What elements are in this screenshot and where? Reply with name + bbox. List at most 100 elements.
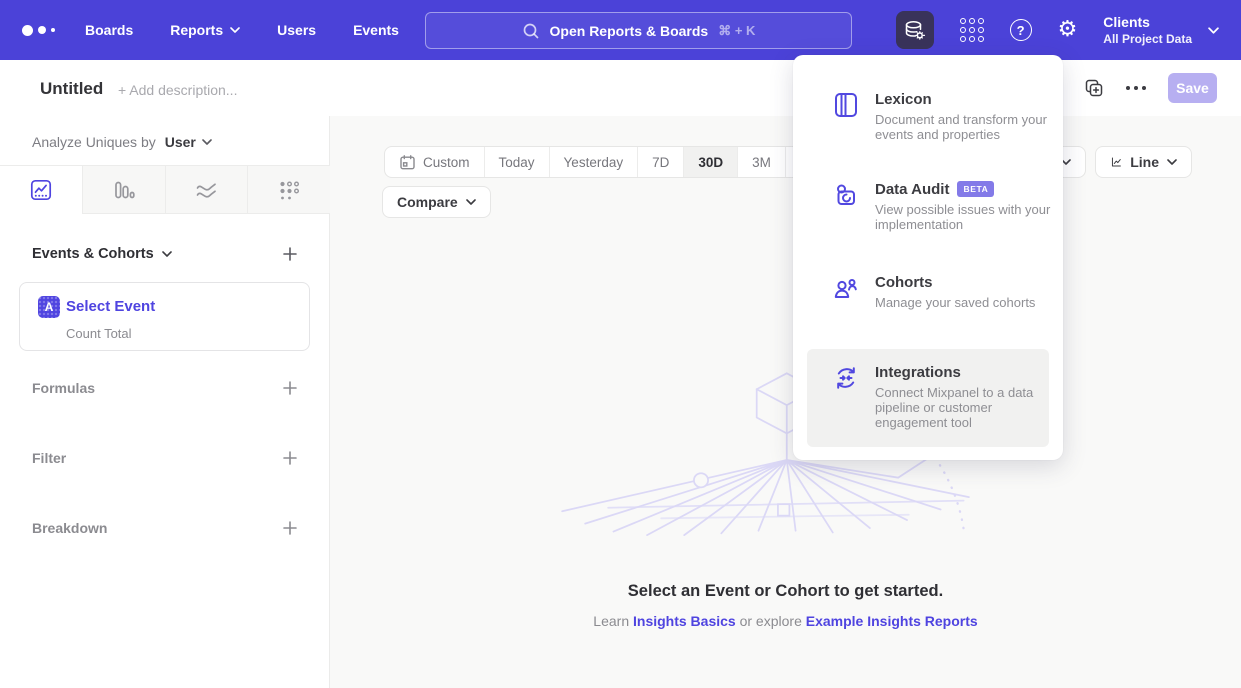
search-placeholder: Open Reports & Boards bbox=[550, 23, 709, 39]
grid-icon bbox=[960, 18, 984, 42]
plus-icon bbox=[282, 246, 298, 262]
gear-icon: ⚙ bbox=[1058, 19, 1078, 41]
add-filter-button[interactable] bbox=[282, 450, 298, 466]
menu-item-title: Cohorts bbox=[875, 274, 1057, 291]
range-custom[interactable]: Custom bbox=[385, 147, 484, 177]
tab-retention[interactable] bbox=[247, 166, 330, 214]
menu-item-description: Manage your saved cohorts bbox=[875, 295, 1057, 310]
events-cohorts-header[interactable]: Events & Cohorts bbox=[32, 246, 172, 262]
lexicon-book-icon bbox=[832, 91, 860, 119]
menu-item-title: Integrations bbox=[875, 364, 1057, 381]
range-30d[interactable]: 30D bbox=[683, 147, 737, 177]
tab-flow[interactable] bbox=[165, 166, 248, 214]
menu-item-title-text: Data Audit bbox=[875, 181, 949, 198]
menu-item-integrations[interactable]: Integrations Connect Mixpanel to a data … bbox=[807, 349, 1049, 447]
compare-button[interactable]: Compare bbox=[382, 186, 491, 218]
report-title[interactable]: Untitled bbox=[40, 79, 103, 99]
more-dots-icon bbox=[1126, 86, 1146, 90]
menu-item-description: View possible issues with your implement… bbox=[875, 202, 1057, 233]
nav-item-boards[interactable]: Boards bbox=[85, 22, 133, 38]
learn-label: Learn bbox=[593, 613, 629, 629]
events-cohorts-label: Events & Cohorts bbox=[32, 246, 154, 262]
data-audit-icon bbox=[832, 181, 860, 209]
event-card[interactable]: A Select Event Count Total bbox=[19, 282, 310, 351]
range-yesterday[interactable]: Yesterday bbox=[549, 147, 638, 177]
nav-label: Users bbox=[277, 22, 316, 38]
event-badge: A bbox=[38, 296, 60, 318]
range-label: Yesterday bbox=[564, 155, 624, 170]
breakdown-section: Breakdown bbox=[32, 520, 298, 536]
range-label: Today bbox=[499, 155, 535, 170]
mixpanel-logo-icon[interactable] bbox=[22, 25, 55, 36]
line-chart-icon bbox=[1110, 152, 1122, 172]
tab-insights-line[interactable] bbox=[0, 166, 82, 214]
chart-type-dropdown[interactable]: Line bbox=[1095, 146, 1192, 178]
chevron-down-icon bbox=[466, 199, 476, 205]
formulas-section: Formulas bbox=[32, 380, 298, 396]
compare-label: Compare bbox=[397, 194, 458, 210]
nav-label: Events bbox=[353, 22, 399, 38]
duplicate-icon bbox=[1084, 78, 1104, 98]
nav-label: Boards bbox=[85, 22, 133, 38]
tab-bar-chart[interactable] bbox=[82, 166, 165, 214]
help-icon: ? bbox=[1010, 19, 1032, 41]
add-description-field[interactable]: + Add description... bbox=[118, 82, 237, 98]
nav-item-reports[interactable]: Reports bbox=[170, 22, 240, 38]
plus-icon bbox=[282, 450, 298, 466]
date-range-control: Custom Today Yesterday 7D 30D 3M 6M bbox=[384, 146, 834, 178]
top-nav: Boards Reports Users Events Open Reports… bbox=[0, 0, 1241, 60]
chart-type-label: Line bbox=[1130, 154, 1159, 170]
add-event-button[interactable] bbox=[282, 246, 298, 262]
settings-button[interactable]: ⚙ bbox=[1058, 19, 1078, 41]
add-formula-button[interactable] bbox=[282, 380, 298, 396]
nav-label: Reports bbox=[170, 22, 223, 38]
range-label: 7D bbox=[652, 155, 669, 170]
data-management-menu: Lexicon Document and transform your even… bbox=[793, 55, 1063, 460]
more-options-button[interactable] bbox=[1126, 86, 1146, 90]
search-icon bbox=[522, 22, 540, 40]
menu-item-data-audit[interactable]: Data Audit BETA View possible issues wit… bbox=[807, 181, 1049, 233]
insights-basics-link[interactable]: Insights Basics bbox=[633, 613, 736, 629]
select-event-button[interactable]: Select Event bbox=[66, 298, 155, 315]
formulas-label: Formulas bbox=[32, 380, 95, 396]
example-reports-link[interactable]: Example Insights Reports bbox=[806, 613, 978, 629]
chevron-down-icon bbox=[1208, 27, 1219, 34]
count-type-selector[interactable]: Count Total bbox=[66, 326, 132, 341]
add-breakdown-button[interactable] bbox=[282, 520, 298, 536]
analyze-uniques-selector[interactable]: Analyze Uniques by User bbox=[32, 134, 212, 150]
chevron-down-icon bbox=[1167, 159, 1177, 165]
project-name: All Project Data bbox=[1103, 32, 1192, 46]
bar-chart-tab-icon bbox=[112, 178, 136, 202]
chart-type-tabs bbox=[0, 165, 330, 214]
save-button[interactable]: Save bbox=[1168, 73, 1217, 103]
menu-item-cohorts[interactable]: Cohorts Manage your saved cohorts bbox=[807, 274, 1049, 310]
nav-item-users[interactable]: Users bbox=[277, 22, 316, 38]
filter-label: Filter bbox=[32, 450, 66, 466]
apps-grid-button[interactable] bbox=[960, 18, 984, 42]
duplicate-button[interactable] bbox=[1084, 78, 1104, 98]
menu-item-description: Document and transform your events and p… bbox=[875, 112, 1057, 143]
range-label: 3M bbox=[752, 155, 771, 170]
global-search[interactable]: Open Reports & Boards ⌘ + K bbox=[425, 12, 852, 49]
analyze-value: User bbox=[165, 134, 212, 150]
line-chart-tab-icon bbox=[29, 178, 53, 202]
integrations-sync-icon bbox=[832, 364, 860, 392]
nav-item-events[interactable]: Events bbox=[353, 22, 399, 38]
empty-state-title: Select an Event or Cohort to get started… bbox=[330, 582, 1241, 601]
database-gear-icon bbox=[903, 19, 926, 42]
range-3m[interactable]: 3M bbox=[737, 147, 785, 177]
analyze-value-label: User bbox=[165, 134, 196, 150]
breakdown-label: Breakdown bbox=[32, 520, 107, 536]
retention-tab-icon bbox=[277, 178, 301, 202]
project-switcher[interactable]: Clients All Project Data bbox=[1103, 14, 1219, 46]
calendar-icon bbox=[399, 154, 416, 171]
data-management-button[interactable] bbox=[896, 11, 934, 49]
empty-state-links: Learn Insights Basics or explore Example… bbox=[330, 613, 1241, 629]
help-button[interactable]: ? bbox=[1010, 19, 1032, 41]
menu-item-lexicon[interactable]: Lexicon Document and transform your even… bbox=[807, 91, 1049, 143]
cohorts-people-icon bbox=[832, 274, 860, 302]
or-explore-label: or explore bbox=[740, 613, 802, 629]
range-7d[interactable]: 7D bbox=[637, 147, 683, 177]
beta-badge: BETA bbox=[957, 181, 994, 197]
range-today[interactable]: Today bbox=[484, 147, 549, 177]
